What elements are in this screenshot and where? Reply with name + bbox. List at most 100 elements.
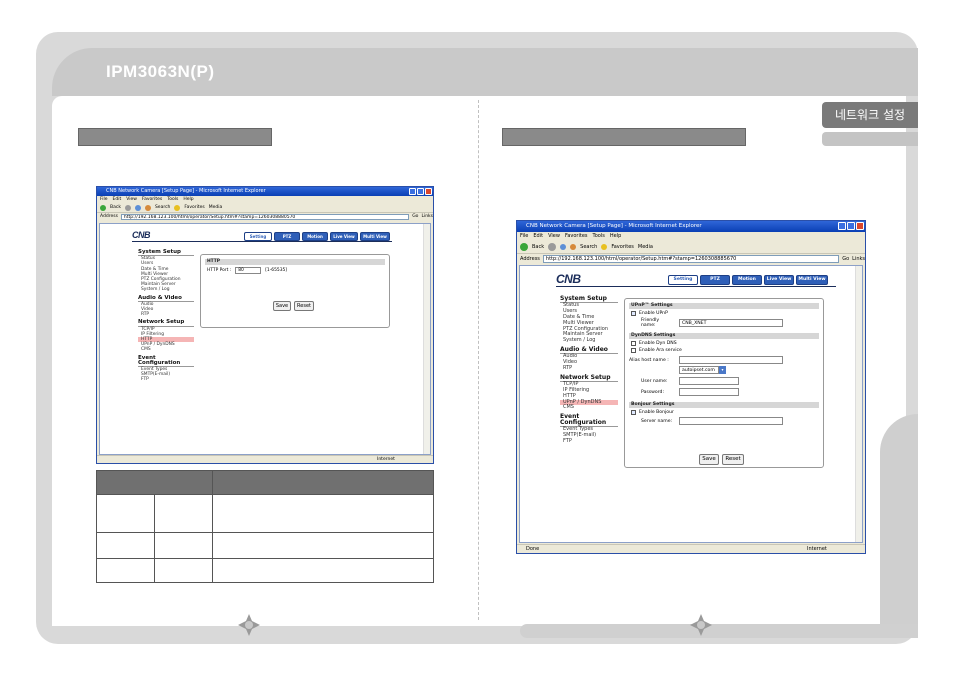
domain-row: autoipset.com ▾: [679, 366, 817, 374]
save-button[interactable]: Save: [699, 454, 719, 465]
page-viewport: CNB Setting PTZ Motion Live View Multi V…: [519, 265, 863, 543]
ara-enable-checkbox[interactable]: [631, 348, 636, 353]
menu-item-ftp[interactable]: FTP: [138, 377, 194, 382]
domain-select[interactable]: autoipset.com: [679, 366, 719, 374]
alias-input[interactable]: [679, 356, 783, 364]
back-icon[interactable]: [520, 243, 528, 251]
left-heading-bar: [78, 128, 272, 146]
home-icon[interactable]: [570, 244, 577, 250]
back-button[interactable]: Back: [532, 242, 544, 252]
tab-setting[interactable]: Setting: [244, 232, 272, 241]
forward-icon[interactable]: [548, 243, 557, 251]
menu-group-title: Event Configuration: [138, 355, 194, 368]
window-titlebar: CNB Network Camera [Setup Page] - Micros…: [517, 221, 865, 232]
minimize-button[interactable]: [409, 188, 416, 195]
table-row: [96, 532, 434, 559]
menu-file[interactable]: File: [100, 196, 108, 203]
right-heading-bar: [502, 128, 746, 146]
favorites-star-icon[interactable]: [601, 244, 608, 250]
dyndns-enable-checkbox[interactable]: [631, 341, 636, 346]
friendly-name-row: Friendly name: CNB_XNET: [641, 318, 817, 328]
menu-item-rtp[interactable]: RTP: [560, 365, 618, 372]
table-cell: [154, 558, 213, 583]
menu-favorites[interactable]: Favorites: [565, 232, 588, 241]
search-button[interactable]: Search: [580, 242, 597, 252]
links-button[interactable]: Links: [852, 255, 865, 263]
favorites-button[interactable]: Favorites: [611, 242, 634, 252]
tab-setting[interactable]: Setting: [668, 275, 698, 285]
maximize-button[interactable]: [847, 222, 855, 230]
go-button[interactable]: Go: [412, 213, 418, 221]
page-divider: [478, 100, 479, 620]
chevron-down-icon[interactable]: ▾: [719, 366, 726, 374]
favorites-star-icon[interactable]: [174, 204, 181, 211]
close-button[interactable]: [425, 188, 432, 195]
refresh-icon[interactable]: [134, 204, 141, 211]
menu-view[interactable]: View: [548, 232, 560, 241]
close-button[interactable]: [856, 222, 864, 230]
refresh-icon[interactable]: [560, 244, 567, 250]
links-button[interactable]: Links: [421, 213, 433, 221]
tab-ptz[interactable]: PTZ: [700, 275, 730, 285]
back-icon[interactable]: [100, 204, 106, 211]
save-button[interactable]: Save: [273, 301, 291, 311]
menu-group-event: Event Configuration Event Types SMTP(E-m…: [560, 414, 618, 445]
menu-item-rtp[interactable]: RTP: [138, 312, 194, 317]
tab-multi-view[interactable]: Multi View: [360, 232, 390, 241]
home-icon[interactable]: [144, 204, 151, 211]
tab-motion[interactable]: Motion: [732, 275, 762, 285]
menu-edit[interactable]: Edit: [533, 232, 543, 241]
panel-buttons: Save Reset: [699, 454, 744, 465]
upnp-enable-label: Enable UPnP: [639, 311, 668, 316]
right-decoration: [880, 414, 918, 638]
password-input[interactable]: [679, 388, 739, 396]
search-button[interactable]: Search: [155, 203, 170, 213]
server-name-label: Server name:: [641, 418, 673, 424]
tab-live-view[interactable]: Live View: [764, 275, 794, 285]
forward-icon[interactable]: [124, 204, 131, 211]
menu-item-system-log[interactable]: System / Log: [560, 337, 618, 344]
spec-table: [96, 470, 434, 583]
reset-button[interactable]: Reset: [294, 301, 314, 311]
menu-help[interactable]: Help: [610, 232, 621, 241]
favorites-button[interactable]: Favorites: [184, 203, 204, 213]
server-name-input[interactable]: [679, 417, 783, 425]
upnp-enable-checkbox[interactable]: [631, 311, 636, 316]
tab-live-view[interactable]: Live View: [330, 232, 358, 241]
table-header-row: [96, 470, 434, 495]
vertical-scrollbar[interactable]: [423, 224, 430, 454]
friendly-name-input[interactable]: CNB_XNET: [679, 319, 783, 327]
menu-item-ftp[interactable]: FTP: [560, 438, 618, 445]
menu-view[interactable]: View: [126, 196, 137, 203]
tab-ptz[interactable]: PTZ: [274, 232, 300, 241]
document-title: IPM3063N(P): [106, 62, 215, 81]
tab-multi-view[interactable]: Multi View: [796, 275, 828, 285]
reset-button[interactable]: Reset: [722, 454, 744, 465]
menu-item-system-log[interactable]: System / Log: [138, 287, 194, 292]
bonjour-enable-checkbox[interactable]: [631, 410, 636, 415]
http-port-row: HTTP Port : 80 [1-65535]: [207, 267, 383, 274]
tab-motion[interactable]: Motion: [302, 232, 328, 241]
right-browser-window: CNB Network Camera [Setup Page] - Micros…: [516, 220, 866, 554]
vertical-scrollbar[interactable]: [855, 266, 862, 542]
menu-item-cms[interactable]: CMS: [560, 405, 618, 411]
maximize-button[interactable]: [417, 188, 424, 195]
minimize-button[interactable]: [838, 222, 846, 230]
bonjour-enable-row: Enable Bonjour: [631, 410, 817, 415]
user-label: User name:: [641, 378, 668, 384]
address-input[interactable]: http://192.168.123.100/html/operator/Set…: [542, 255, 840, 263]
address-bar: Address http://192.168.123.100/html/oper…: [517, 254, 865, 264]
table-cell: [96, 558, 155, 583]
back-button[interactable]: Back: [110, 203, 121, 213]
media-button[interactable]: Media: [638, 242, 653, 252]
media-button[interactable]: Media: [209, 203, 223, 213]
menu-item-cms[interactable]: CMS: [138, 347, 194, 352]
menu-file[interactable]: File: [520, 232, 528, 241]
go-button[interactable]: Go: [842, 255, 849, 263]
status-internet: Internet: [807, 546, 827, 552]
http-port-input[interactable]: 80: [235, 267, 262, 274]
user-input[interactable]: [679, 377, 739, 385]
address-input[interactable]: http://192.168.123.100/html/operator/Set…: [120, 214, 410, 220]
left-browser-window: CNB Network Camera [Setup Page] - Micros…: [96, 186, 434, 464]
menu-tools[interactable]: Tools: [593, 232, 605, 241]
